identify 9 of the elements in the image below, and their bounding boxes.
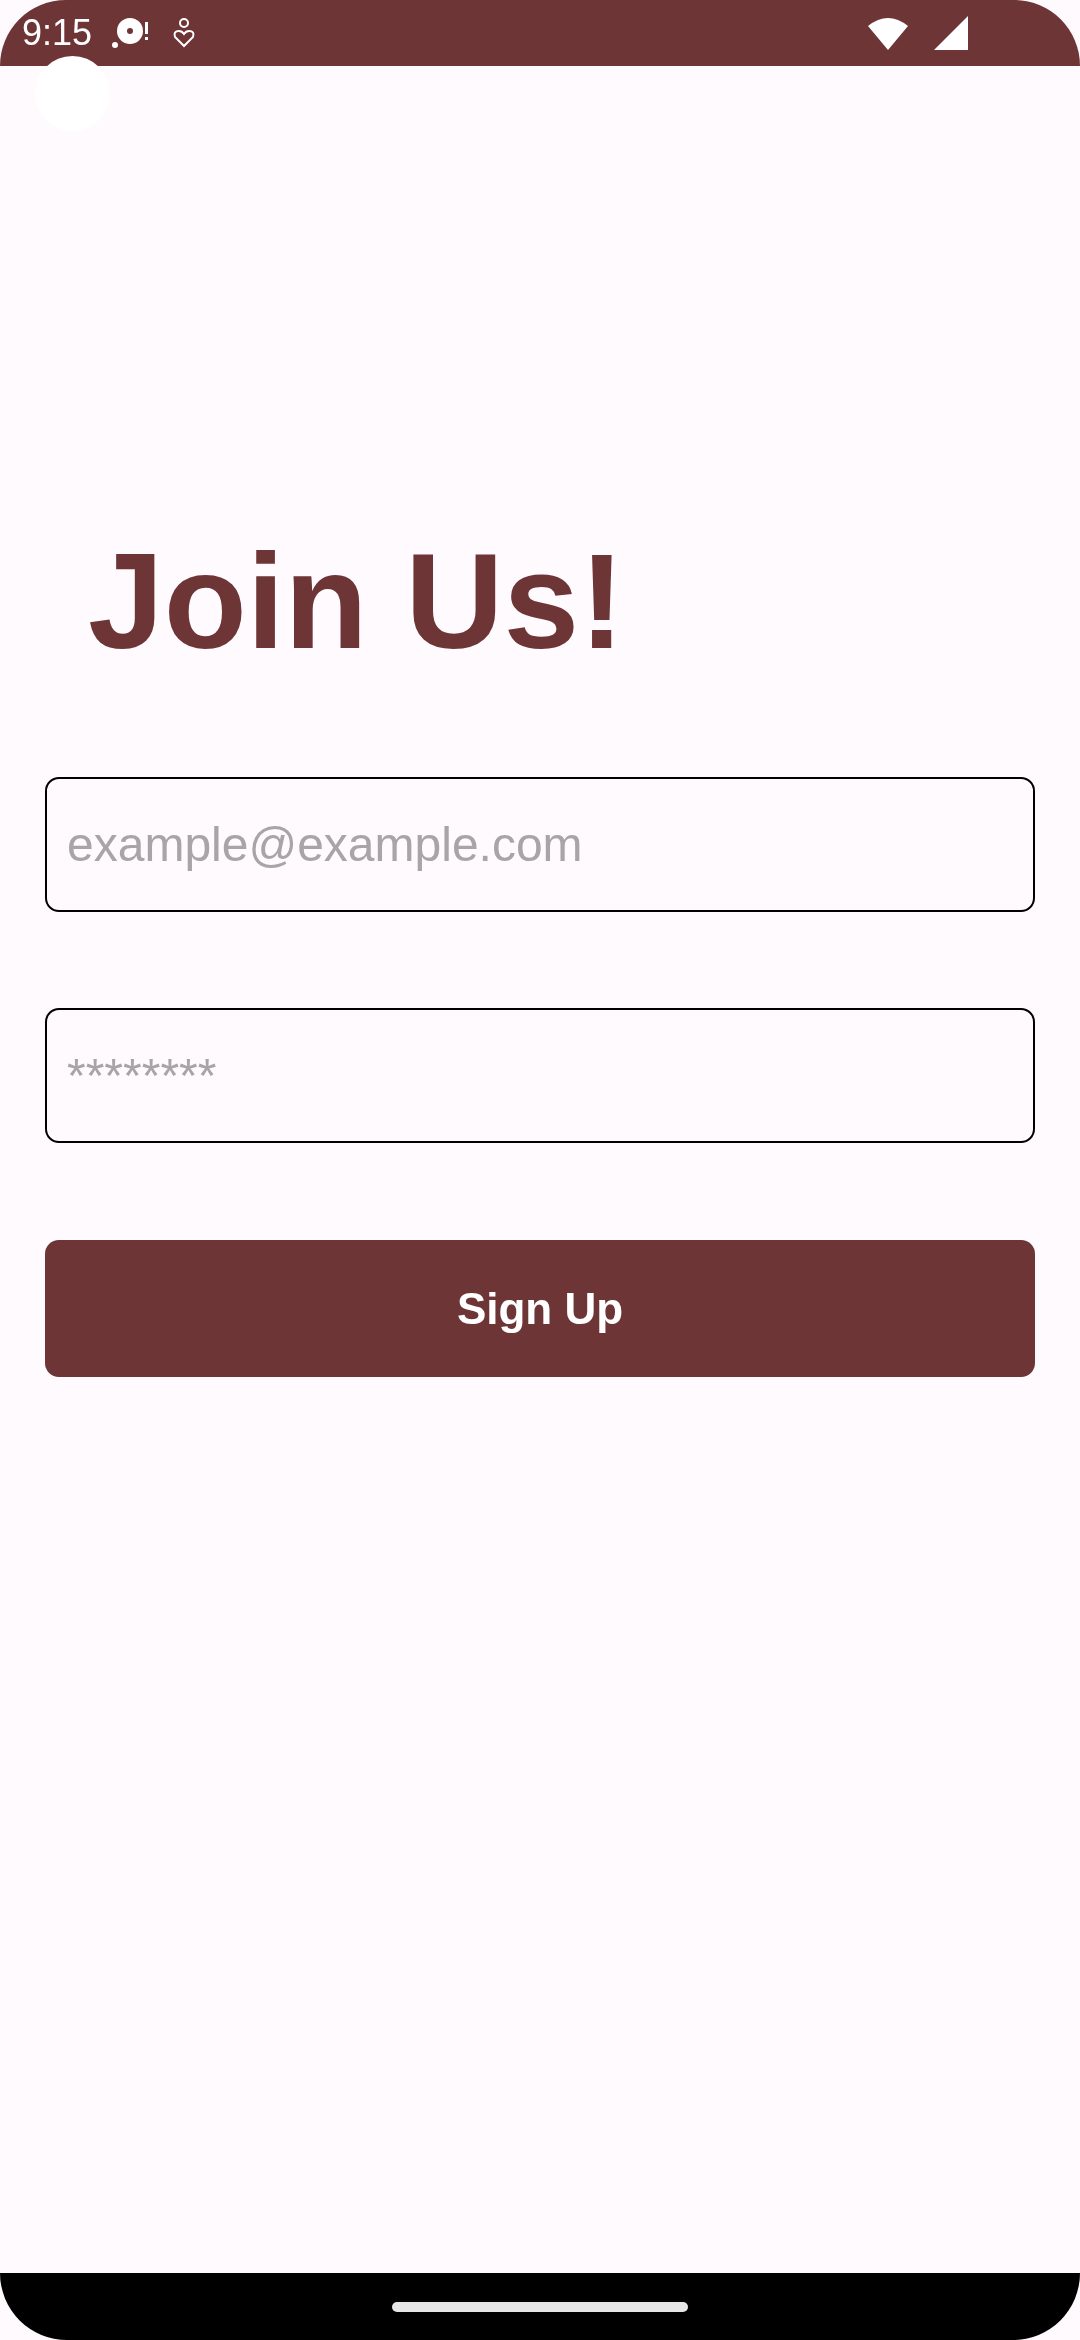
- password-field[interactable]: ********: [45, 1008, 1035, 1143]
- page-title: Join Us!: [88, 524, 626, 679]
- email-field[interactable]: example@example.com: [45, 777, 1035, 912]
- person-heart-icon: [172, 18, 197, 48]
- status-time: 9:15: [22, 12, 93, 54]
- wifi-icon: [866, 16, 910, 50]
- signal-icon: [934, 16, 970, 50]
- sign-up-button[interactable]: Sign Up: [45, 1240, 1035, 1377]
- home-handle[interactable]: [392, 2301, 688, 2312]
